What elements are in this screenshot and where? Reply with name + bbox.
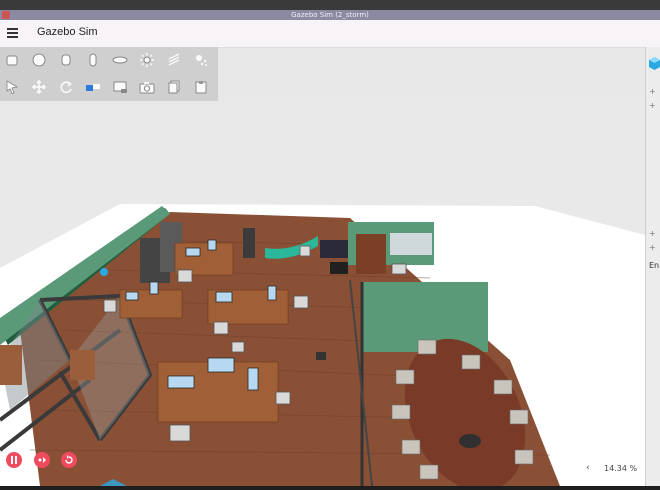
window-title: Gazebo Sim (2_storm) <box>291 11 369 19</box>
panel-expand-plus-2[interactable]: + <box>649 101 660 110</box>
bottom-bar <box>0 486 660 490</box>
screenshot-camera-icon[interactable] <box>112 79 128 95</box>
sphere-icon[interactable] <box>31 52 47 68</box>
cylinder-icon[interactable] <box>58 52 74 68</box>
shapes-and-transform-toolbar <box>0 47 218 101</box>
hamburger-menu-icon[interactable] <box>7 28 18 38</box>
rotate-icon[interactable] <box>58 79 74 95</box>
panel-expand-plus-4[interactable]: + <box>649 243 660 252</box>
app-header: Gazebo Sim <box>0 20 660 48</box>
capsule-icon[interactable] <box>85 52 101 68</box>
box-icon[interactable] <box>4 52 20 68</box>
panel-section-label: En <box>649 261 660 270</box>
copy-icon[interactable] <box>166 79 182 95</box>
spot-light-icon[interactable] <box>193 52 209 68</box>
select-icon[interactable] <box>4 79 20 95</box>
panel-expand-plus-3[interactable]: + <box>649 229 660 238</box>
collapse-stats-icon[interactable]: ‹ <box>586 463 590 473</box>
system-top-bar <box>0 0 660 10</box>
step-button[interactable] <box>34 452 50 468</box>
window-title-bar: Gazebo Sim (2_storm) <box>0 10 660 20</box>
reset-button[interactable] <box>61 452 77 468</box>
cube-icon <box>649 55 660 74</box>
panel-expand-plus-1[interactable]: + <box>649 87 660 96</box>
3d-scene-viewport[interactable] <box>0 101 645 486</box>
right-side-panel: + + + + En <box>645 47 660 486</box>
camera-icon[interactable] <box>139 79 155 95</box>
office-world-render <box>0 204 645 486</box>
ellipsoid-icon[interactable] <box>112 52 128 68</box>
window-app-icon <box>2 11 10 19</box>
real-time-factor-label: 14.34 % <box>604 464 638 473</box>
pause-button[interactable] <box>6 452 22 468</box>
directional-light-icon[interactable] <box>166 52 182 68</box>
sun-light-icon[interactable] <box>139 52 155 68</box>
translate-icon[interactable] <box>31 79 47 95</box>
app-title: Gazebo Sim <box>37 26 98 38</box>
paste-icon[interactable] <box>193 79 209 95</box>
view-angle-icon[interactable] <box>85 79 101 95</box>
